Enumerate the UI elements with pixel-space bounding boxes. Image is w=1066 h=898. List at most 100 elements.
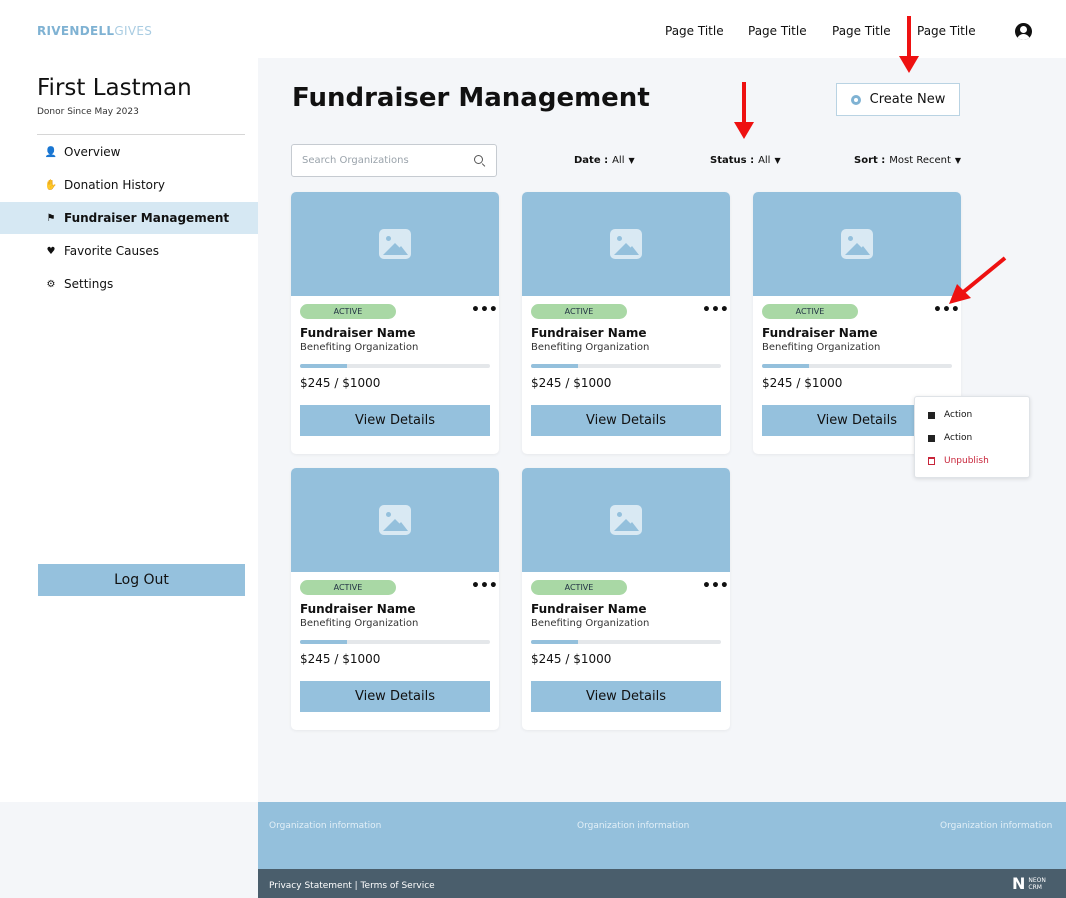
sidebar-item-settings[interactable]: ⚙ Settings xyxy=(0,268,258,300)
heart-icon: ♥ xyxy=(46,245,56,257)
menu-item-label: Action xyxy=(944,410,973,420)
menu-item-label: Unpublish xyxy=(944,456,989,466)
sidebar-item-favorite-causes[interactable]: ♥ Favorite Causes xyxy=(0,235,258,267)
progress-bar xyxy=(531,364,721,368)
view-details-button[interactable]: View Details xyxy=(531,405,721,436)
progress-fill xyxy=(300,364,347,368)
donor-since: Donor Since May 2023 xyxy=(37,107,139,117)
status-filter-label: Status : xyxy=(710,155,755,166)
brand-bold: RIVENDELL xyxy=(37,24,115,38)
more-options-icon[interactable]: ••• xyxy=(471,578,498,594)
search-box[interactable] xyxy=(291,144,497,177)
square-icon xyxy=(928,411,935,419)
neon-logo-line-2: CRM xyxy=(1028,883,1042,891)
amount-raised: $245 / $1000 xyxy=(300,652,381,666)
nav-link-3[interactable]: Page Title xyxy=(832,24,891,38)
fundraiser-card: ACTIVE ••• Fundraiser Name Benefiting Or… xyxy=(522,192,730,454)
nav-link-1[interactable]: Page Title xyxy=(665,24,724,38)
view-details-button[interactable]: View Details xyxy=(300,405,490,436)
footer: Organization information Organization in… xyxy=(258,802,1066,869)
card-image xyxy=(522,192,730,296)
progress-bar xyxy=(300,364,490,368)
page-title: Fundraiser Management xyxy=(292,83,650,113)
organization-info: Organization information xyxy=(269,821,382,831)
organization-info: Organization information xyxy=(577,821,690,831)
sort-filter-label: Sort : xyxy=(854,155,886,166)
date-filter[interactable]: Date : All ▼ xyxy=(574,155,635,166)
sidebar: First Lastman Donor Since May 2023 👤 Ove… xyxy=(0,58,258,802)
progress-bar xyxy=(762,364,952,368)
neon-logo-line-1: NEON xyxy=(1028,876,1046,884)
progress-bar xyxy=(531,640,721,644)
fundraiser-name: Fundraiser Name xyxy=(531,602,647,616)
amount-raised: $245 / $1000 xyxy=(762,376,843,390)
sidebar-item-donation-history[interactable]: ✋ Donation History xyxy=(0,169,258,201)
gear-icon: ⚙ xyxy=(46,278,56,290)
view-details-button[interactable]: View Details xyxy=(531,681,721,712)
avatar-head xyxy=(1020,26,1027,33)
search-input[interactable] xyxy=(302,155,474,166)
menu-item-label: Action xyxy=(944,433,973,443)
hand-heart-icon: ✋ xyxy=(44,179,58,191)
caret-down-icon: ▼ xyxy=(628,156,635,165)
brand-logo[interactable]: RIVENDELLGIVES xyxy=(37,24,152,38)
fundraiser-name: Fundraiser Name xyxy=(300,326,416,340)
sidebar-item-fundraiser-management[interactable]: ⚑ Fundraiser Management xyxy=(0,202,258,234)
view-details-button[interactable]: View Details xyxy=(300,681,490,712)
date-filter-label: Date : xyxy=(574,155,609,166)
trash-icon xyxy=(928,457,935,465)
flag-icon: ⚑ xyxy=(46,212,56,224)
benefiting-organization: Benefiting Organization xyxy=(300,342,419,353)
amount-raised: $245 / $1000 xyxy=(300,376,381,390)
plus-circle-icon xyxy=(850,94,861,105)
benefiting-organization: Benefiting Organization xyxy=(531,618,650,629)
neon-crm-logo: N NEON CRM xyxy=(1012,874,1046,893)
footer-links[interactable]: Privacy Statement | Terms of Service xyxy=(269,881,435,891)
progress-fill xyxy=(762,364,809,368)
amount-raised: $245 / $1000 xyxy=(531,652,612,666)
create-new-button[interactable]: Create New xyxy=(836,83,960,116)
nav-link-2[interactable]: Page Title xyxy=(748,24,807,38)
sidebar-item-label: Favorite Causes xyxy=(64,244,159,258)
logout-button[interactable]: Log Out xyxy=(38,564,245,596)
sidebar-item-overview[interactable]: 👤 Overview xyxy=(0,136,258,168)
status-filter[interactable]: Status : All ▼ xyxy=(710,155,781,166)
card-image xyxy=(753,192,961,296)
sidebar-item-label: Overview xyxy=(64,145,121,159)
status-badge: ACTIVE xyxy=(531,580,627,595)
status-badge: ACTIVE xyxy=(300,304,396,319)
sidebar-item-label: Fundraiser Management xyxy=(64,211,230,225)
more-options-icon[interactable]: ••• xyxy=(471,302,498,318)
menu-item-unpublish[interactable]: Unpublish xyxy=(928,456,989,466)
caret-down-icon: ▼ xyxy=(954,156,962,165)
more-options-icon[interactable]: ••• xyxy=(702,302,729,318)
menu-item-action[interactable]: Action xyxy=(928,410,972,420)
sort-filter[interactable]: Sort : Most Recent ▼ xyxy=(854,155,961,166)
fundraiser-name: Fundraiser Name xyxy=(300,602,416,616)
sort-filter-value: Most Recent xyxy=(889,155,951,166)
sidebar-divider xyxy=(37,134,245,135)
fundraiser-card: ACTIVE ••• Fundraiser Name Benefiting Or… xyxy=(291,468,499,730)
footer-bar: Privacy Statement | Terms of Service N N… xyxy=(258,869,1066,898)
image-placeholder-icon xyxy=(610,229,642,259)
status-badge: ACTIVE xyxy=(762,304,858,319)
progress-fill xyxy=(531,640,578,644)
user-name: First Lastman xyxy=(37,75,192,101)
card-image xyxy=(291,192,499,296)
amount-raised: $245 / $1000 xyxy=(531,376,612,390)
fundraiser-card: ACTIVE ••• Fundraiser Name Benefiting Or… xyxy=(291,192,499,454)
nav-link-4[interactable]: Page Title xyxy=(917,24,976,38)
avatar-shoulders xyxy=(1017,34,1030,40)
search-icon[interactable] xyxy=(474,154,486,167)
more-options-icon[interactable]: ••• xyxy=(702,578,729,594)
brand-light: GIVES xyxy=(114,24,153,38)
menu-item-action[interactable]: Action xyxy=(928,433,972,443)
benefiting-organization: Benefiting Organization xyxy=(531,342,650,353)
main-content: Fundraiser Management Create New Date : … xyxy=(258,58,1066,802)
card-image xyxy=(522,468,730,572)
user-circle-icon[interactable] xyxy=(1015,23,1032,40)
fundraiser-name: Fundraiser Name xyxy=(762,326,878,340)
page: RIVENDELLGIVES Page Title Page Title Pag… xyxy=(0,0,1066,898)
organization-info: Organization information xyxy=(940,821,1053,831)
date-filter-value: All xyxy=(612,155,625,166)
